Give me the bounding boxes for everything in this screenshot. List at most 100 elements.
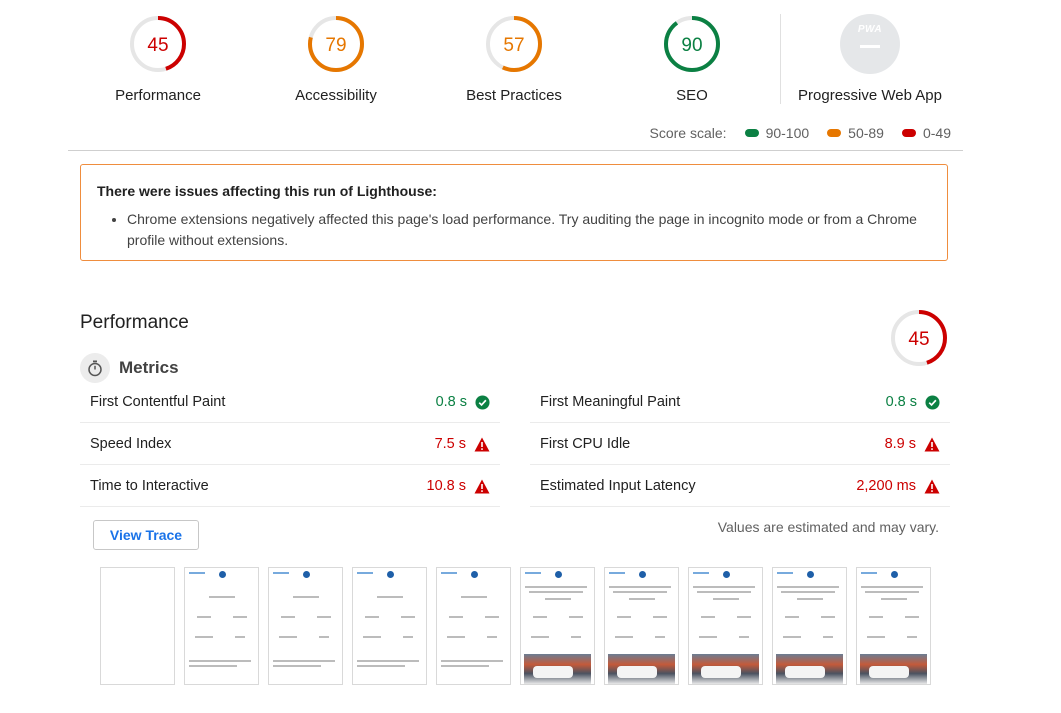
filmstrip-frame [268, 567, 343, 685]
warning-triangle-icon [474, 437, 490, 451]
frame-line [869, 616, 883, 618]
filmstrip-frame [100, 567, 175, 685]
gauge-label: Accessibility [295, 87, 377, 104]
metric-time-to-interactive: Time to Interactive 10.8 s [80, 466, 500, 507]
frame-header [861, 572, 877, 574]
svg-text:45: 45 [147, 35, 168, 56]
frame-header [441, 572, 457, 574]
metric-name: Speed Index [90, 436, 172, 452]
filmstrip-frame [436, 567, 511, 685]
pass-check-icon [925, 394, 940, 410]
frame-logo-icon [723, 571, 730, 578]
frame-line [485, 616, 499, 618]
frame-line [697, 591, 751, 593]
score-gauges: 45 Performance 79 Accessibility 57 Best … [68, 0, 963, 151]
scale-fail: 0-49 [901, 125, 951, 141]
scale-fail-text: 0-49 [922, 125, 951, 141]
metric-first-cpu-idle: First CPU Idle 8.9 s [530, 424, 950, 465]
gauge-ring: 45 [891, 310, 947, 366]
metric-speed-index: Speed Index 7.5 s [80, 424, 500, 465]
frame-line [905, 616, 919, 618]
frame-line [629, 598, 655, 600]
frame-line [319, 636, 329, 638]
frame-line [189, 665, 237, 667]
frame-line [365, 616, 379, 618]
frame-line [317, 616, 331, 618]
frame-line [865, 591, 919, 593]
frame-line [653, 616, 667, 618]
frame-line [235, 636, 245, 638]
gauge-performance[interactable]: 45 Performance [78, 14, 238, 104]
warning-triangle-icon [924, 479, 940, 493]
scale-pass-text: 90-100 [765, 125, 810, 141]
gauge-ring: 79 [308, 16, 364, 72]
frame-line [403, 636, 413, 638]
frame-car-shape [785, 666, 825, 678]
svg-text:57: 57 [503, 35, 524, 56]
frame-line [655, 636, 665, 638]
frame-logo-icon [219, 571, 226, 578]
frame-line [525, 586, 587, 588]
frame-line [461, 596, 487, 598]
frame-line [881, 598, 907, 600]
frame-line [531, 636, 549, 638]
run-warning-box: There were issues affecting this run of … [80, 164, 948, 261]
metric-first-contentful-paint: First Contentful Paint 0.8 s [80, 382, 500, 423]
metric-first-meaningful-paint: First Meaningful Paint 0.8 s [530, 382, 950, 423]
warning-item: Chrome extensions negatively affected th… [127, 209, 931, 251]
scale-fail-pill [901, 129, 916, 137]
gauge-accessibility[interactable]: 79 Accessibility [256, 14, 416, 104]
frame-car-shape [869, 666, 909, 678]
metric-name: First Contentful Paint [90, 394, 226, 410]
frame-header [609, 572, 625, 574]
frame-line [617, 616, 631, 618]
frame-line [571, 636, 581, 638]
frame-line [701, 616, 715, 618]
frame-line [907, 636, 917, 638]
frame-line [377, 596, 403, 598]
frame-logo-icon [639, 571, 646, 578]
frame-line [785, 616, 799, 618]
metric-name: First Meaningful Paint [540, 394, 681, 410]
frame-line [273, 660, 335, 662]
frame-line [195, 636, 213, 638]
frame-line [823, 636, 833, 638]
gauge-seo[interactable]: 90 SEO [612, 14, 772, 104]
gauge-ring: 90 [664, 16, 720, 72]
pwa-badge-text: PWA [857, 24, 883, 35]
frame-line [609, 586, 671, 588]
frame-header [189, 572, 205, 574]
filmstrip-frame [856, 567, 931, 685]
warning-triangle-icon [924, 437, 940, 451]
frame-line [233, 616, 247, 618]
scale-pass-pill [744, 129, 759, 137]
scale-average: 50-89 [827, 125, 884, 141]
metric-value: 10.8 s [426, 478, 467, 494]
filmstrip-frame [520, 567, 595, 685]
gauge-best-practices[interactable]: 57 Best Practices [434, 14, 594, 104]
metric-value: 8.9 s [884, 436, 916, 452]
pwa-badge-icon: PWA [840, 14, 900, 74]
gauge-ring: 45 [130, 16, 186, 72]
gauge-ring: 57 [486, 16, 542, 72]
gauge-pwa[interactable]: PWA Progressive Web App [790, 14, 950, 104]
warning-triangle-icon [474, 479, 490, 493]
frame-header [777, 572, 793, 574]
frame-car-shape [533, 666, 573, 678]
metrics-title: Metrics [119, 358, 179, 377]
frame-line [569, 616, 583, 618]
metric-value: 2,200 ms [856, 478, 916, 494]
frame-line [293, 596, 319, 598]
frame-line [279, 636, 297, 638]
metric-value: 7.5 s [434, 436, 466, 452]
frame-car-shape [617, 666, 657, 678]
metric-name: First CPU Idle [540, 436, 631, 452]
frame-line [363, 636, 381, 638]
frame-line [781, 591, 835, 593]
frame-line [401, 616, 415, 618]
frame-logo-icon [891, 571, 898, 578]
frame-line [615, 636, 633, 638]
view-trace-button[interactable]: View Trace [93, 520, 199, 550]
frame-line [447, 636, 465, 638]
metric-name: Estimated Input Latency [540, 478, 696, 494]
